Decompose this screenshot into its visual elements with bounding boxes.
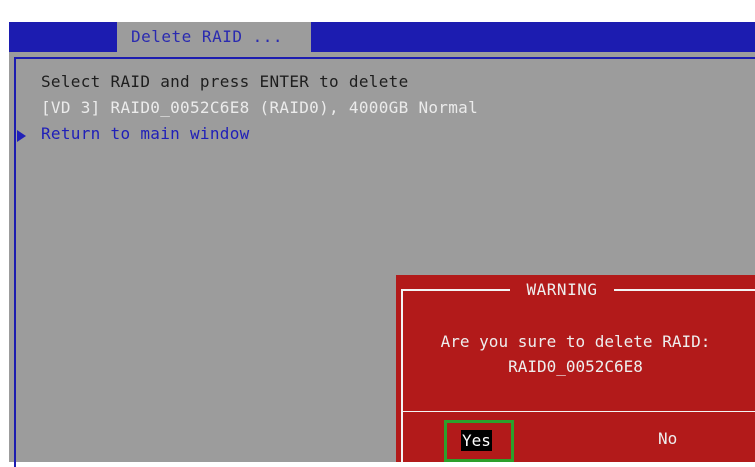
triangle-right-icon [17, 130, 26, 142]
window-title: Delete RAID ... [117, 22, 311, 52]
instruction-text: Select RAID and press ENTER to delete [41, 72, 409, 91]
yes-button-label: Yes [461, 430, 492, 451]
warning-dialog: WARNING Are you sure to delete RAID: RAI… [396, 275, 755, 462]
return-main-window-item[interactable]: Return to main window [41, 124, 250, 143]
dialog-message: Are you sure to delete RAID: [440, 332, 711, 351]
dialog-divider [401, 411, 755, 412]
raid-entry-item[interactable]: [VD 3] RAID0_0052C6E8 (RAID0), 4000GB No… [41, 98, 478, 117]
dialog-raid-name: RAID0_0052C6E8 [508, 357, 643, 376]
no-button[interactable]: No [658, 429, 677, 448]
yes-button[interactable]: Yes [444, 420, 514, 462]
header-bar: Delete RAID ... [9, 22, 755, 52]
dialog-title: WARNING [510, 280, 614, 299]
